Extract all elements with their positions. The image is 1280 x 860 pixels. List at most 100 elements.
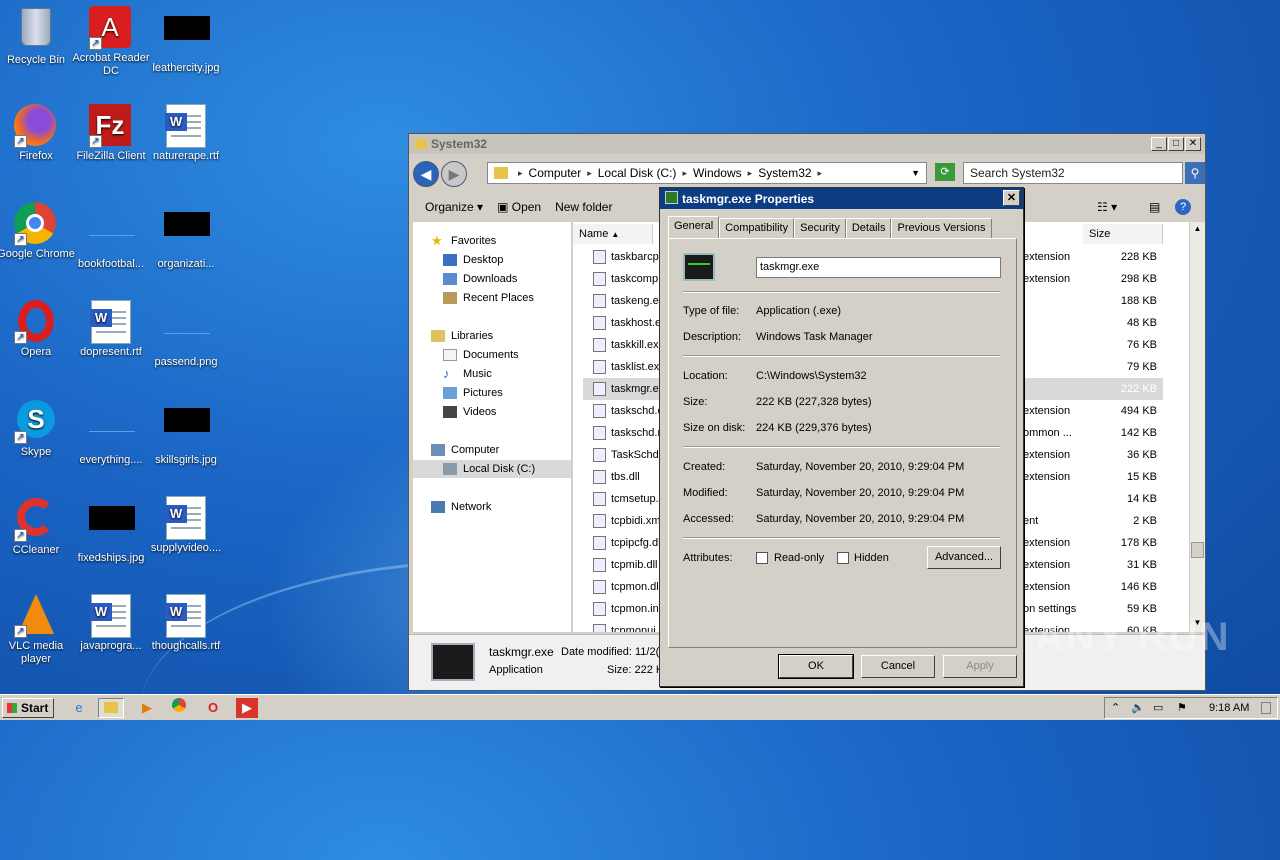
speaker-icon[interactable]: 🔈	[1131, 698, 1145, 718]
tab-compatibility[interactable]: Compatibility	[719, 218, 795, 238]
breadcrumb-local-disk[interactable]: Local Disk (C:)	[598, 166, 677, 180]
nav-pictures[interactable]: Pictures	[443, 384, 503, 402]
column-header-name[interactable]: Name ▲	[573, 224, 653, 244]
dialog-close-button[interactable]: ✕	[1003, 190, 1020, 206]
scroll-thumb[interactable]	[1191, 542, 1204, 558]
organize-button[interactable]: Organize ▾	[425, 200, 483, 214]
dialog-titlebar[interactable]: taskmgr.exe Properties ✕	[660, 188, 1023, 209]
media-player-icon[interactable]: ▶	[136, 698, 158, 718]
file-icon	[593, 448, 606, 462]
desktop-icon-organizati[interactable]: organizati...	[147, 202, 225, 271]
tab-details[interactable]: Details	[845, 218, 892, 238]
breadcrumb-windows[interactable]: Windows	[693, 166, 742, 180]
desktop-icon-recycle-bin[interactable]: Recycle Bin	[0, 6, 75, 67]
nav-desktop[interactable]: Desktop	[443, 251, 503, 269]
scroll-up-icon[interactable]: ▲	[1192, 224, 1203, 236]
show-hidden-icons-icon[interactable]: ⌃	[1111, 698, 1120, 718]
help-icon[interactable]: ?	[1175, 199, 1191, 215]
nav-recent-places[interactable]: Recent Places	[443, 289, 534, 307]
address-bar[interactable]: ▸ Computer ▸ Local Disk (C:) ▸ Windows ▸…	[487, 162, 927, 184]
maximize-button[interactable]: □	[1168, 137, 1184, 151]
nav-computer[interactable]: Computer	[431, 441, 499, 459]
blank-file-icon	[89, 212, 135, 256]
desktop-icon	[443, 254, 457, 266]
desktop-icon-ccleaner[interactable]: ↗ CCleaner	[0, 496, 75, 557]
vertical-scrollbar[interactable]: ▲ ▼	[1189, 222, 1205, 632]
file-icon	[593, 338, 606, 352]
file-type: ommon ...	[1023, 427, 1072, 439]
desktop-icon-thoughcalls[interactable]: W thoughcalls.rtf	[147, 594, 225, 653]
close-button[interactable]: ✕	[1185, 137, 1201, 151]
nav-music[interactable]: ♪ Music	[443, 365, 492, 383]
forward-button[interactable]: ▶	[441, 161, 467, 187]
view-options-icon[interactable]: ☷ ▾	[1097, 200, 1117, 214]
back-button[interactable]: ◀	[413, 161, 439, 187]
desktop-icon-naturerape[interactable]: W naturerape.rtf	[147, 104, 225, 163]
desktop-icon-bookfootbal[interactable]: bookfootbal...	[72, 202, 150, 271]
created-value: Saturday, November 20, 2010, 9:29:04 PM	[756, 461, 965, 473]
show-desktop-button[interactable]	[1261, 702, 1271, 714]
nav-documents[interactable]: Documents	[443, 346, 519, 364]
tab-general[interactable]: General	[668, 216, 720, 238]
tab-previous-versions[interactable]: Previous Versions	[891, 218, 992, 238]
file-icon	[593, 558, 606, 572]
opera-taskbar-icon[interactable]: O	[202, 698, 224, 718]
desktop-icon-everything[interactable]: everything....	[72, 398, 150, 467]
hidden-checkbox[interactable]	[837, 552, 849, 564]
nav-network[interactable]: Network	[431, 498, 491, 516]
filename-field[interactable]: taskmgr.exe	[756, 257, 1001, 278]
file-type: extension	[1023, 273, 1071, 285]
open-button[interactable]: ▣ Open	[497, 200, 541, 214]
desktop-icon-skillsgirls[interactable]: skillsgirls.jpg	[147, 398, 225, 467]
start-button[interactable]: Start	[2, 698, 54, 718]
desktop-icon-fixedships[interactable]: fixedships.jpg	[72, 496, 150, 565]
refresh-icon[interactable]: ⟳	[935, 163, 955, 181]
file-size: 2 KB	[1133, 515, 1157, 527]
flag-icon[interactable]: ⚑	[1177, 698, 1187, 718]
clock[interactable]: 9:18 AM	[1209, 698, 1249, 718]
file-name: tbs.dll	[611, 471, 640, 483]
created-label: Created:	[683, 461, 726, 473]
desktop-icon-vlc[interactable]: ↗ VLC media player	[0, 594, 75, 666]
anyrun-taskbar-icon[interactable]: ▶	[236, 698, 258, 718]
column-header-size[interactable]: Size	[1083, 224, 1163, 244]
size-on-disk-value: 224 KB (229,376 bytes)	[756, 422, 872, 434]
readonly-checkbox[interactable]	[756, 552, 768, 564]
preview-pane-icon[interactable]: ▤	[1149, 200, 1160, 214]
nav-downloads[interactable]: Downloads	[443, 270, 517, 288]
nav-favorites[interactable]: ★ Favorites	[431, 232, 496, 250]
breadcrumb-computer[interactable]: Computer	[529, 166, 582, 180]
desktop-icon-filezilla[interactable]: Fz ↗ FileZilla Client	[72, 104, 150, 163]
explorer-taskbar-icon[interactable]	[98, 698, 124, 718]
internet-explorer-icon[interactable]: e	[68, 698, 90, 718]
nav-videos[interactable]: Videos	[443, 403, 496, 421]
nav-local-disk[interactable]: Local Disk (C:)	[413, 460, 571, 478]
desktop-icon-chrome[interactable]: ↗ Google Chrome	[0, 202, 75, 261]
desktop-icon-opera[interactable]: ↗ Opera	[0, 300, 75, 359]
desktop-icon-skype[interactable]: S ↗ Skype	[0, 398, 75, 459]
network-tray-icon[interactable]: ▭	[1153, 698, 1163, 718]
modified-label: Modified:	[683, 487, 728, 499]
search-input[interactable]: Search System32	[963, 162, 1183, 184]
cancel-button[interactable]: Cancel	[861, 655, 935, 678]
chevron-down-icon[interactable]: ▼	[911, 168, 920, 178]
minimize-button[interactable]: _	[1151, 137, 1167, 151]
ok-button[interactable]: OK	[778, 654, 854, 679]
desktop-icon-passend[interactable]: passend.png	[147, 300, 225, 369]
explorer-titlebar[interactable]: System32	[409, 134, 1205, 154]
search-icon[interactable]: ⚲	[1185, 162, 1205, 184]
tab-security[interactable]: Security	[794, 218, 846, 238]
breadcrumb-system32[interactable]: System32	[758, 166, 811, 180]
open-label: Open	[511, 200, 542, 214]
desktop-icon-acrobat[interactable]: A ↗ Acrobat Reader DC	[72, 6, 150, 78]
desktop-icon-firefox[interactable]: ↗ Firefox	[0, 104, 75, 163]
desktop-icon-javaprogra[interactable]: W javaprogra...	[72, 594, 150, 653]
desktop-icon-supplyvideo[interactable]: W supplyvideo....	[147, 496, 225, 555]
desktop-icon-dopresent[interactable]: W dopresent.rtf	[72, 300, 150, 359]
advanced-button[interactable]: Advanced...	[927, 546, 1001, 569]
new-folder-button[interactable]: New folder	[555, 200, 612, 214]
nav-libraries[interactable]: Libraries	[431, 327, 493, 345]
desktop-icon-leathercity[interactable]: leathercity.jpg	[147, 6, 225, 75]
apply-button[interactable]: Apply	[943, 655, 1017, 678]
chrome-taskbar-icon[interactable]	[168, 698, 190, 718]
